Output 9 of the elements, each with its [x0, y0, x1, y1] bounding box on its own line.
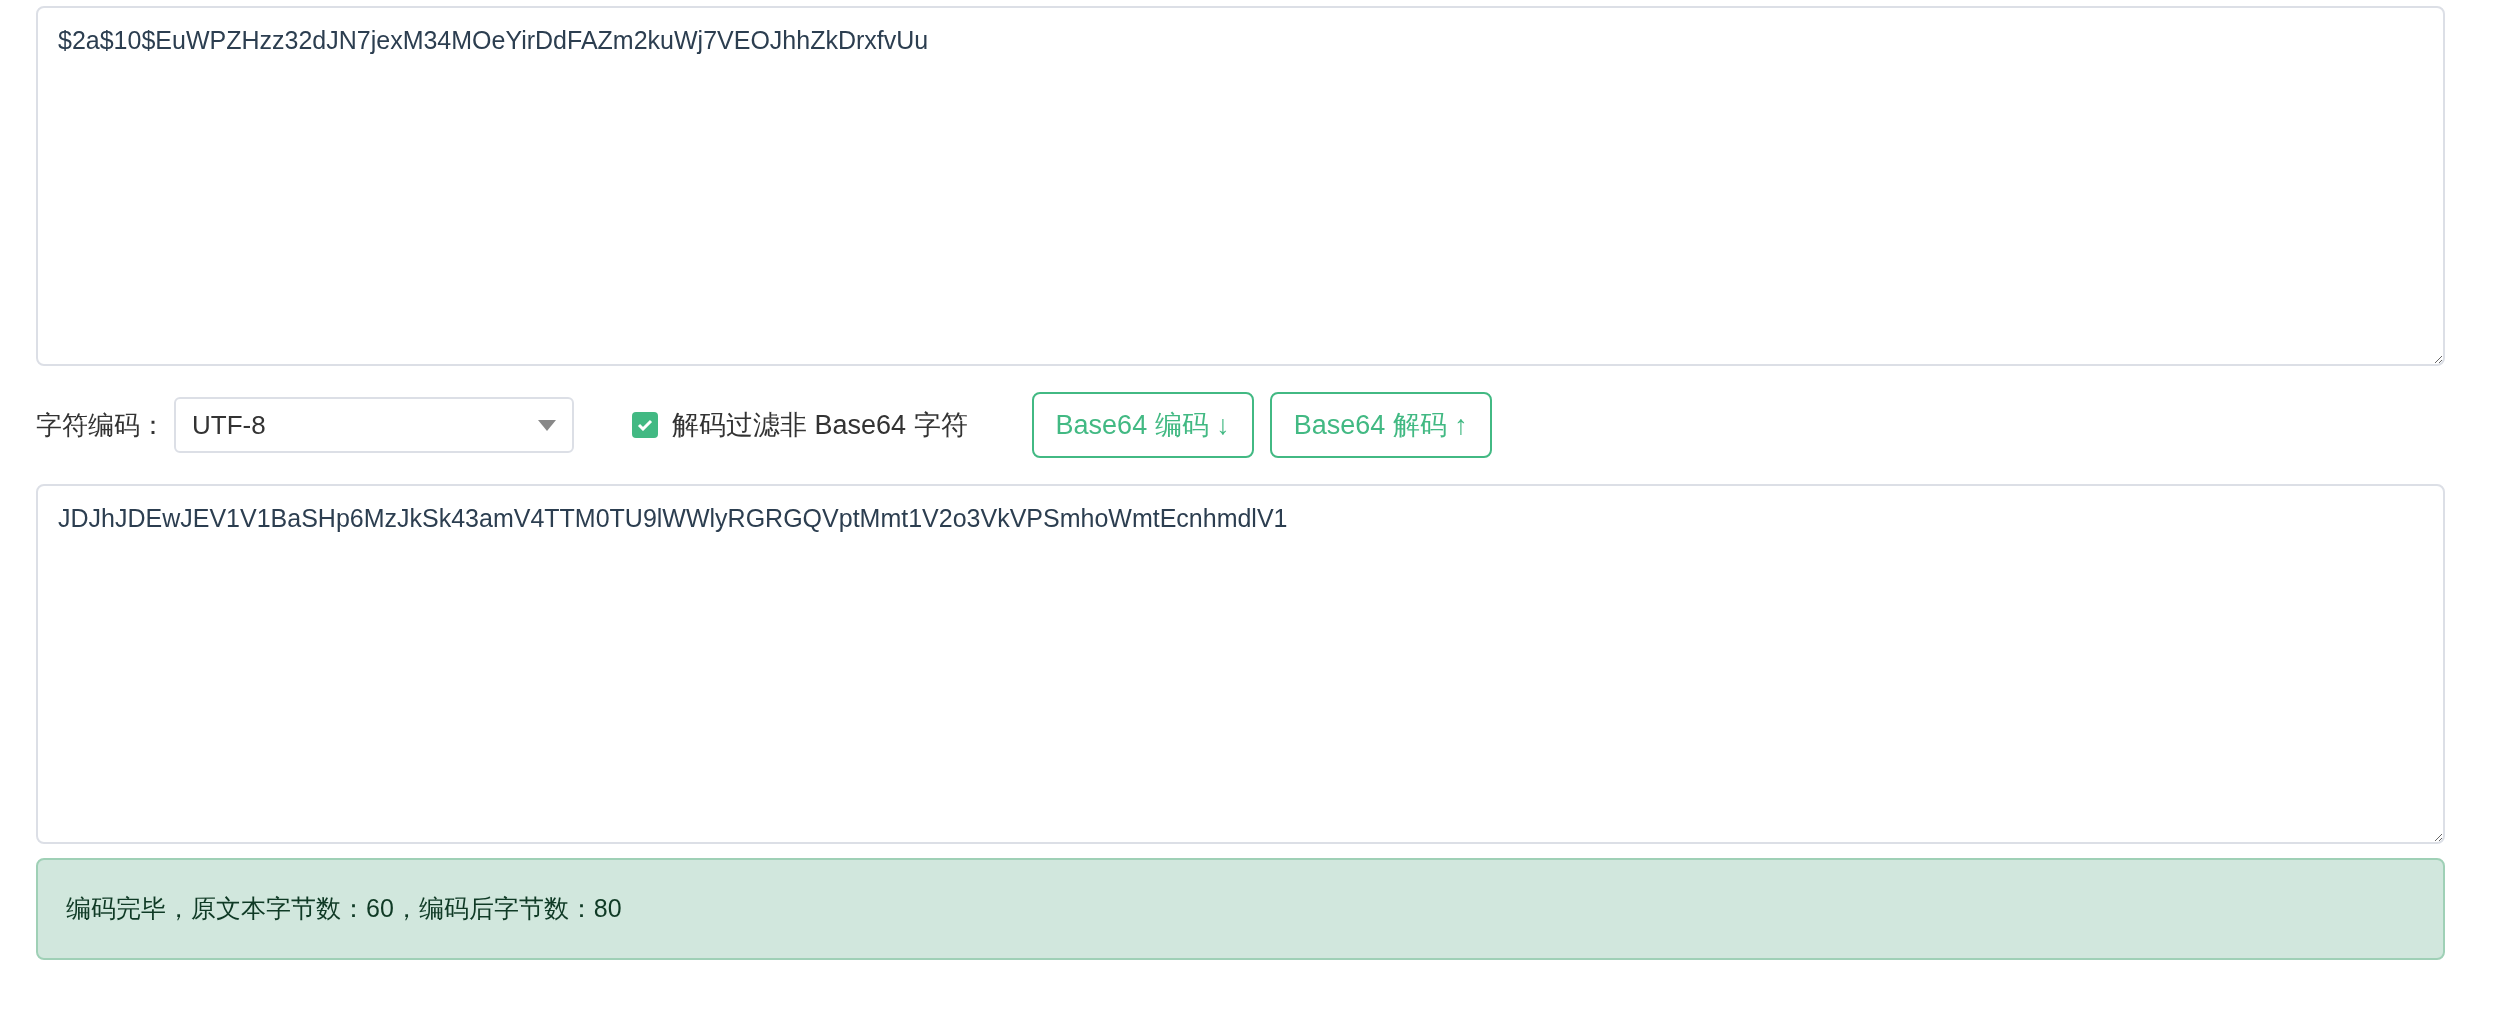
success-message: 编码完毕，原文本字节数：60，编码后字节数：80 — [36, 858, 2445, 960]
charset-label: 字符编码： — [36, 408, 166, 442]
output-textarea[interactable]: JDJhJDEwJEV1V1BaSHp6MzJkSk43amV4TTM0TU9lWWlyRGRGQVptMmt1V2o3VkVPSmhoWmtEcnhmdlV1 — [36, 484, 2445, 844]
charset-select[interactable]: UTF-8 — [174, 397, 574, 453]
check-icon — [637, 419, 653, 431]
checkbox[interactable] — [632, 412, 658, 438]
filter-option-label: 解码过滤非 Base64 字符 — [672, 408, 968, 442]
input-textarea[interactable]: $2a$10$EuWPZHzz32dJN7jexM34MOeYirDdFAZm2kuWj7VEOJhhZkDrxfvUu — [36, 6, 2445, 366]
caret-icon — [538, 419, 556, 431]
